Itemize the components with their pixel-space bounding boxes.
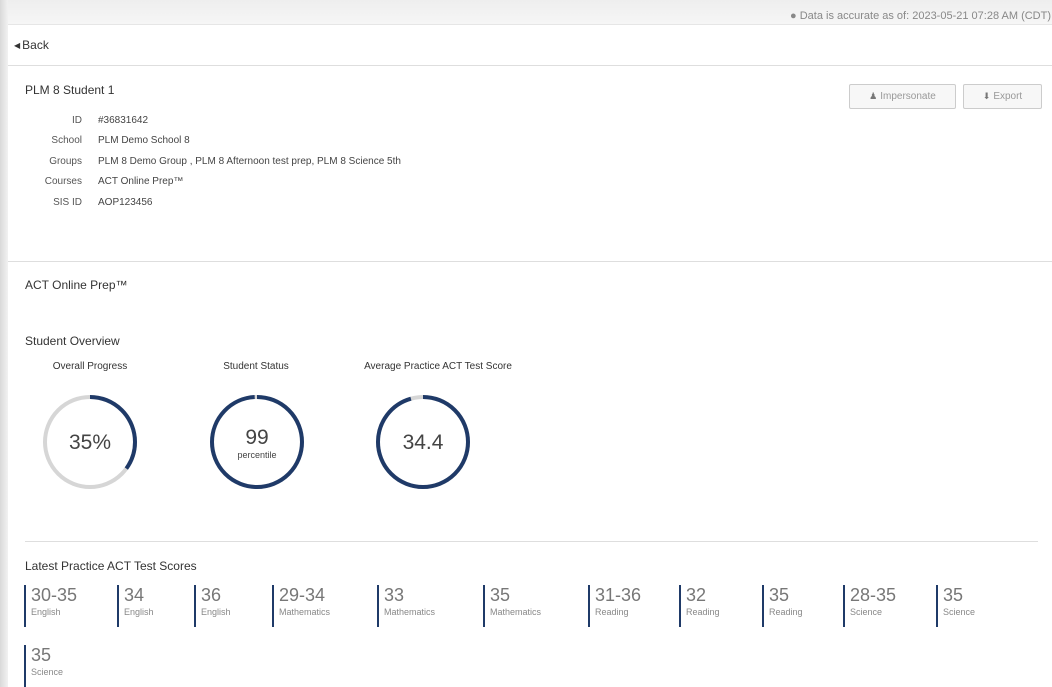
info-row-groups: Groups PLM 8 Demo Group , PLM 8 Afternoo…: [25, 151, 401, 172]
score-value: 34: [124, 585, 145, 605]
gauge-value: 34.4: [403, 431, 444, 454]
impersonate-label: Impersonate: [880, 91, 936, 102]
score-subject: English: [201, 607, 231, 617]
impersonate-button[interactable]: ♟ Impersonate: [849, 84, 956, 109]
info-value: #36831642: [98, 114, 149, 126]
info-row-courses: Courses ACT Online Prep™: [25, 172, 401, 193]
status-gauge: 99 percentile: [210, 395, 304, 489]
score-item: 29-34 Mathematics: [272, 585, 330, 627]
score-value: 35: [490, 585, 511, 605]
score-item: 35 Reading: [762, 585, 803, 627]
score-subject: Mathematics: [279, 607, 331, 617]
score-subject: Reading: [686, 607, 720, 617]
info-row-id: ID #36831642: [25, 110, 401, 131]
scores-title: Latest Practice ACT Test Scores: [25, 559, 197, 573]
score-value: 35: [31, 645, 52, 665]
score-value: 33: [384, 585, 405, 605]
score-value: 31-36: [595, 585, 642, 605]
info-icon: ●: [790, 10, 797, 22]
score-value: 30-35: [31, 585, 78, 605]
gauge-label-avg-score: Average Practice ACT Test Score: [364, 361, 512, 372]
gauge-label-status: Student Status: [223, 361, 289, 372]
score-item: 35 Science: [936, 585, 975, 627]
info-row-school: School PLM Demo School 8: [25, 131, 401, 152]
info-value: AOP123456: [98, 196, 153, 208]
data-accurate-notice: ● Data is accurate as of: 2023-05-21 07:…: [790, 10, 1052, 22]
score-item: 32 Reading: [679, 585, 720, 627]
info-label: ID: [72, 114, 82, 126]
avg-score-gauge: 34.4: [376, 395, 470, 489]
score-subject: English: [124, 607, 154, 617]
score-item: 34 English: [117, 585, 154, 627]
info-value: ACT Online Prep™: [98, 176, 184, 188]
score-item: 28-35 Science: [843, 585, 896, 627]
caret-left-icon: ◀: [14, 40, 21, 50]
export-button[interactable]: ⬇ Export: [963, 84, 1042, 109]
score-value: 28-35: [850, 585, 897, 605]
student-info: ID #36831642 School PLM Demo School 8 Gr…: [25, 110, 401, 213]
score-item: 30-35 English: [24, 585, 77, 627]
data-accurate-text: Data is accurate as of: 2023-05-21 07:28…: [799, 10, 1052, 22]
score-item: 36 English: [194, 585, 231, 627]
score-value: 36: [201, 585, 222, 605]
score-value: 35: [943, 585, 964, 605]
course-title: ACT Online Prep™: [25, 278, 128, 292]
overview-title: Student Overview: [25, 334, 120, 348]
info-value: PLM 8 Demo Group , PLM 8 Afternoon test …: [98, 155, 401, 167]
info-label: Courses: [44, 176, 82, 188]
score-item: 35 Science: [24, 645, 63, 687]
score-subject: Mathematics: [384, 607, 436, 617]
gauge-subtext: percentile: [237, 450, 276, 460]
info-label: Groups: [49, 155, 82, 167]
gauge-value: 99: [245, 426, 268, 449]
window-left-edge: [0, 0, 8, 687]
export-label: Export: [993, 91, 1023, 102]
info-row-sis-id: SIS ID AOP123456: [25, 192, 401, 213]
score-item: 31-36 Reading: [588, 585, 641, 627]
score-subject: Science: [943, 607, 976, 617]
section-divider: [8, 261, 1052, 262]
gauge-label-progress: Overall Progress: [52, 361, 128, 372]
gauge-value: 35%: [69, 431, 111, 454]
score-subject: Reading: [595, 607, 629, 617]
score-item: 35 Mathematics: [483, 585, 541, 627]
info-label: SIS ID: [53, 196, 82, 208]
student-name: PLM 8 Student 1: [25, 83, 115, 97]
scores-divider: [25, 541, 1038, 542]
progress-gauge: 35%: [43, 395, 137, 489]
score-value: 29-34: [279, 585, 326, 605]
header-divider: [8, 65, 1052, 66]
score-subject: Mathematics: [490, 607, 542, 617]
info-value: PLM Demo School 8: [98, 135, 190, 147]
score-subject: Science: [850, 607, 883, 617]
back-link[interactable]: ◀ Back: [14, 38, 49, 52]
user-icon: ♟: [869, 91, 878, 101]
info-label: School: [51, 135, 82, 147]
score-subject: Science: [31, 667, 64, 677]
download-icon: ⬇: [982, 91, 991, 101]
score-value: 32: [686, 585, 707, 605]
score-value: 35: [769, 585, 790, 605]
back-label: Back: [22, 38, 49, 52]
score-item: 33 Mathematics: [377, 585, 435, 627]
score-subject: Reading: [769, 607, 803, 617]
score-subject: English: [31, 607, 61, 617]
